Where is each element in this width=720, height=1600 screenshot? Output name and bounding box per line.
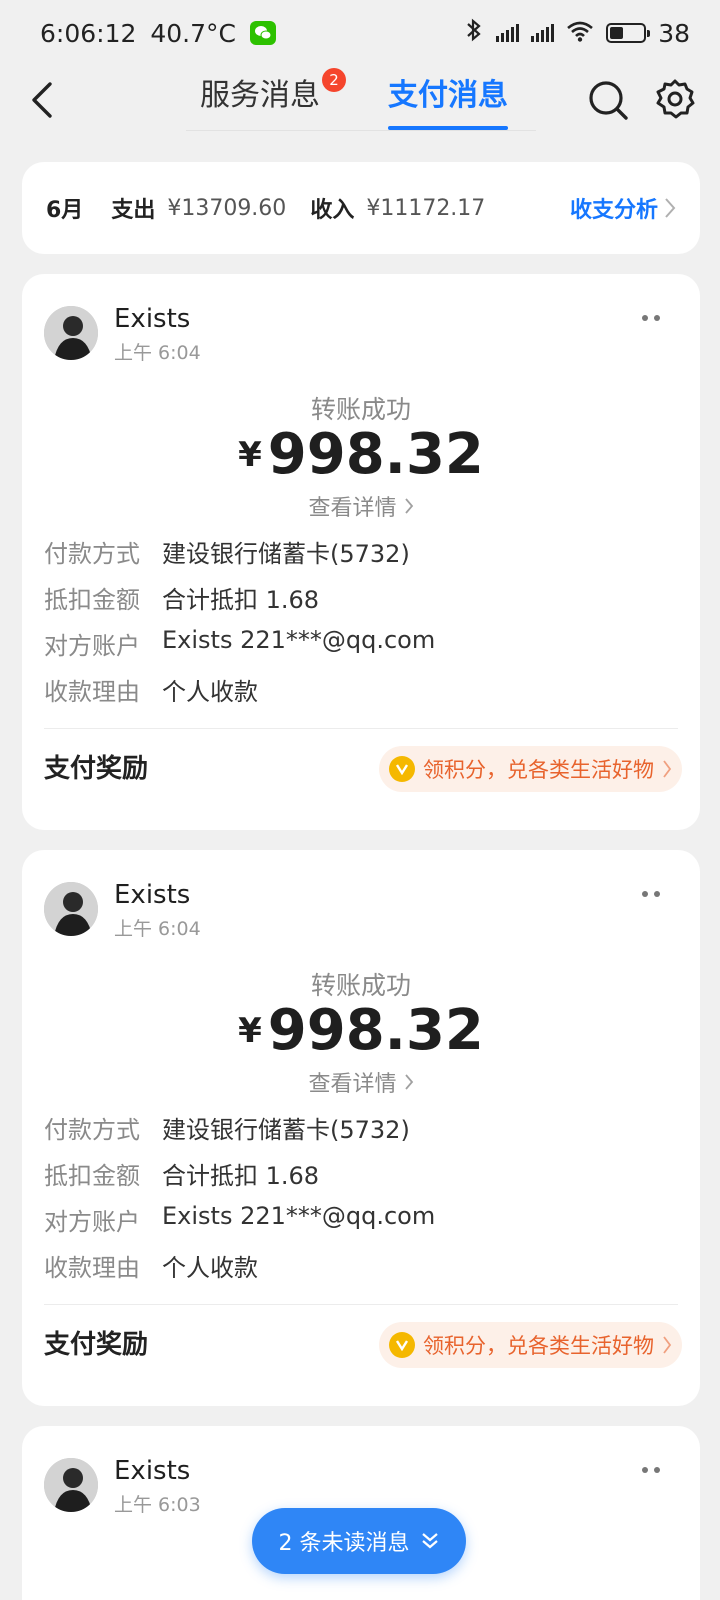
amount-value: 998.32 [267, 422, 484, 487]
more-options-button[interactable] [642, 888, 666, 900]
reward-points-button[interactable]: 领积分，兑各类生活好物 [379, 746, 682, 792]
tab-divider [186, 130, 536, 131]
signal-icon-2 [531, 24, 555, 42]
detail-row: 付款方式 建设银行储蓄卡(5732) [44, 540, 410, 568]
bluetooth-icon [464, 18, 484, 48]
chevron-right-icon [404, 498, 413, 514]
chevron-right-icon [404, 1074, 413, 1090]
payment-reward-label: 支付奖励 [44, 1330, 149, 1360]
header: 服务消息 2 支付消息 [0, 66, 720, 138]
transfer-status: 转账成功 [310, 971, 411, 1000]
avatar[interactable] [44, 882, 98, 936]
detail-row: 收款理由 个人收款 [44, 678, 258, 706]
battery-level: 38 [658, 18, 690, 48]
active-tab-indicator [388, 126, 508, 130]
search-icon [589, 81, 628, 120]
view-details-link[interactable]: 查看详情 [22, 1066, 700, 1098]
monthly-summary: 6月 支出 ¥13709.60 收入 ¥11172.17 收支分析 [22, 162, 700, 254]
status-left: 6:06:12 40.7°C [40, 19, 276, 48]
unread-badge: 2 [322, 68, 346, 92]
analysis-link[interactable]: 收支分析 [570, 192, 676, 224]
chevron-right-icon [663, 1336, 672, 1354]
detail-row: 收款理由 个人收款 [44, 1254, 258, 1282]
message-time: 上午 6:04 [114, 342, 201, 364]
detail-row: 对方账户 Exists 221***@qq.com [44, 626, 436, 660]
view-details-label: 查看详情 [308, 1072, 397, 1097]
wechat-notification-icon [250, 21, 276, 45]
summary-month: 6月 [46, 198, 84, 223]
chevron-right-icon [665, 198, 676, 218]
detail-row: 抵扣金额 合计抵扣 1.68 [44, 1162, 320, 1190]
currency-symbol: ¥ [238, 434, 262, 475]
double-chevron-down-icon [421, 1533, 438, 1549]
battery-icon [606, 23, 651, 43]
sender-name: Exists [114, 1456, 191, 1486]
avatar[interactable] [44, 306, 98, 360]
divider [44, 1304, 678, 1305]
reward-points-button[interactable]: 领积分，兑各类生活好物 [379, 1322, 682, 1368]
expense-value: ¥13709.60 [167, 195, 287, 221]
more-options-button[interactable] [642, 312, 666, 324]
expense-label: 支出 [111, 198, 156, 223]
chevron-left-icon [32, 82, 52, 118]
reward-text: 领积分，兑各类生活好物 [423, 1334, 654, 1358]
wifi-icon [566, 19, 594, 48]
currency-symbol: ¥ [238, 1010, 262, 1051]
more-options-button[interactable] [642, 1464, 666, 1476]
back-button[interactable] [22, 78, 66, 122]
analysis-label: 收支分析 [569, 198, 658, 223]
clock: 6:06:12 [40, 18, 137, 48]
amount: ¥998.32 [22, 998, 700, 1063]
income-value: ¥11172.17 [366, 195, 486, 221]
view-details-link[interactable]: 查看详情 [22, 490, 700, 522]
chevron-right-icon [663, 760, 672, 778]
payment-message-card[interactable]: Exists 上午 6:04 转账成功 ¥998.32 查看详情 付款方式 建设银… [22, 274, 700, 830]
status-right: 38 [464, 18, 690, 48]
temperature: 40.7°C [150, 18, 236, 48]
gear-icon [656, 79, 695, 119]
sender-name: Exists [114, 304, 191, 334]
message-time: 上午 6:04 [114, 918, 201, 940]
detail-row: 抵扣金额 合计抵扣 1.68 [44, 586, 320, 614]
payment-message-card[interactable]: Exists 上午 6:04 转账成功 ¥998.32 查看详情 付款方式 建设银… [22, 850, 700, 1406]
search-button[interactable] [586, 78, 630, 122]
divider [44, 728, 678, 729]
amount: ¥998.32 [22, 422, 700, 487]
transfer-status: 转账成功 [310, 395, 411, 424]
view-details-label: 查看详情 [308, 496, 397, 521]
unread-messages-label: 2 条未读消息 [278, 1531, 410, 1556]
avatar[interactable] [44, 1458, 98, 1512]
amount-value: 998.32 [267, 998, 484, 1063]
tab-service-messages[interactable]: 服务消息 [200, 76, 320, 130]
sender-name: Exists [114, 880, 191, 910]
detail-row: 付款方式 建设银行储蓄卡(5732) [44, 1116, 410, 1144]
tab-payment-messages[interactable]: 支付消息 [388, 76, 508, 130]
points-coin-icon [389, 756, 415, 782]
points-coin-icon [389, 1332, 415, 1358]
settings-button[interactable] [654, 78, 696, 120]
status-bar: 6:06:12 40.7°C 38 [0, 0, 720, 66]
message-time: 上午 6:03 [114, 1494, 201, 1516]
income-label: 收入 [310, 198, 355, 223]
signal-icon-1 [496, 24, 520, 42]
reward-text: 领积分，兑各类生活好物 [423, 758, 654, 782]
payment-reward-label: 支付奖励 [44, 754, 149, 784]
unread-messages-button[interactable]: 2 条未读消息 [252, 1508, 466, 1574]
detail-row: 对方账户 Exists 221***@qq.com [44, 1202, 436, 1236]
